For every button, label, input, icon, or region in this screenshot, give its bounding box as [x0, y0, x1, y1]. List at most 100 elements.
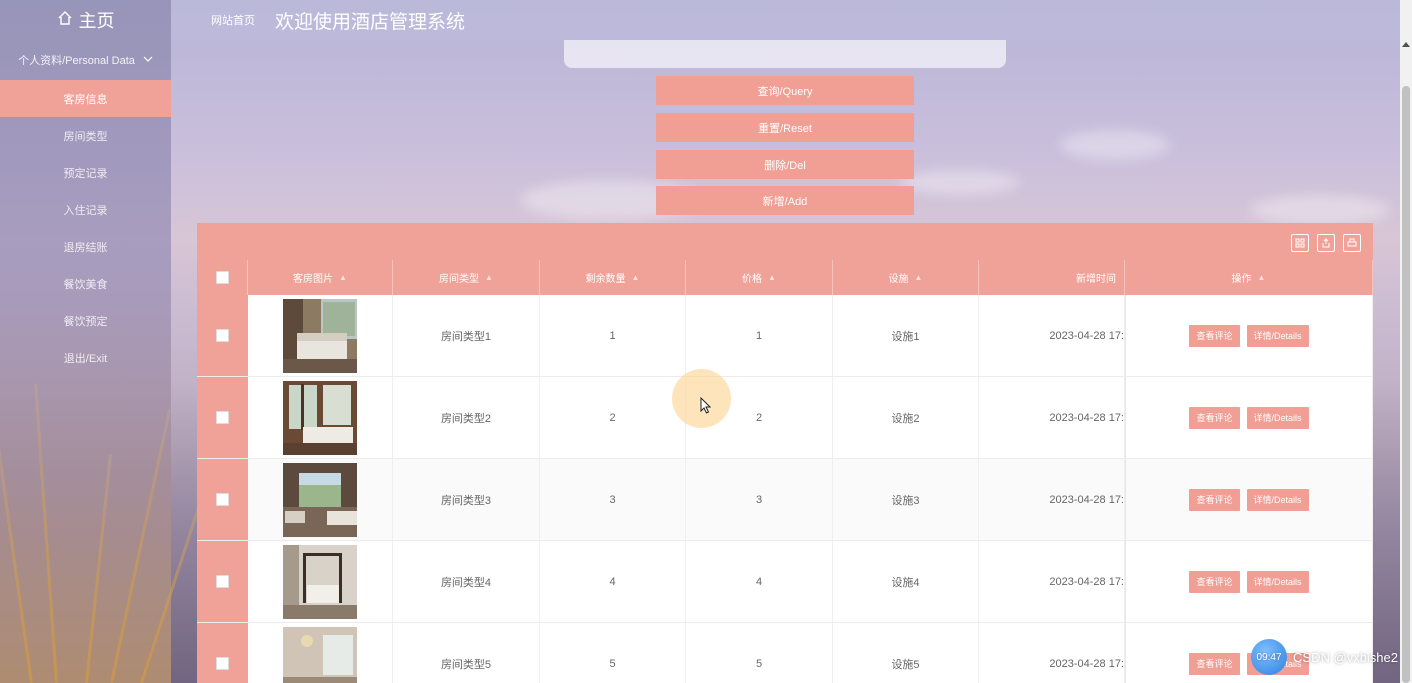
breadcrumb-home-link[interactable]: 网站首页: [211, 12, 255, 28]
sort-icon: ▲: [631, 273, 640, 282]
sidebar-item-exit[interactable]: 退出/Exit: [0, 339, 171, 376]
table-row: 房间类型2 2 2 设施2 2023-04-28 17: 查看评论 详情/Det…: [197, 377, 1373, 459]
created-time-cell: 2023-04-28 17:: [979, 541, 1125, 622]
sidebar-home-link[interactable]: 主页: [0, 0, 171, 40]
print-icon[interactable]: [1343, 234, 1361, 252]
row-checkbox[interactable]: [216, 575, 229, 588]
details-button[interactable]: 详情/Details: [1246, 406, 1309, 429]
sidebar-item-label: 餐饮美食: [63, 278, 108, 291]
sidebar: 主页 个人资料/Personal Data 客房信息 房间类型 预定记录 入住记…: [0, 0, 218, 683]
details-button[interactable]: 详情/Details: [1246, 324, 1309, 347]
query-button[interactable]: 查询/Query: [656, 76, 914, 105]
column-header-image[interactable]: 客房图片 ▲: [248, 260, 393, 295]
columns-icon[interactable]: [1291, 234, 1309, 252]
sort-icon: ▲: [914, 273, 923, 282]
view-reviews-button[interactable]: 查看评论: [1189, 406, 1240, 429]
sidebar-item-food[interactable]: 餐饮美食: [0, 265, 171, 302]
facility-cell: 设施1: [833, 295, 979, 376]
table-row: 房间类型5 5 5 设施5 2023-04-28 17: 查看评论 详情/Det…: [197, 623, 1373, 683]
sidebar-item-label: 房间类型: [63, 130, 108, 143]
column-header-label: 剩余数量: [585, 274, 626, 285]
facility-cell: 设施3: [833, 459, 979, 540]
view-reviews-button[interactable]: 查看评论: [1189, 652, 1240, 675]
column-header-created-time[interactable]: 新增时间: [979, 260, 1125, 295]
sidebar-group-personal-data[interactable]: 个人资料/Personal Data: [0, 40, 171, 80]
view-reviews-button[interactable]: 查看评论: [1189, 324, 1240, 347]
sort-icon: ▲: [1257, 273, 1266, 282]
room-photo[interactable]: [283, 626, 357, 683]
mouse-cursor-icon: [700, 396, 712, 415]
delete-button[interactable]: 删除/Del: [656, 150, 914, 179]
select-all-checkbox[interactable]: [215, 271, 229, 284]
room-type-cell: 房间类型1: [393, 295, 540, 376]
scrollbar-thumb[interactable]: [1402, 86, 1410, 683]
quantity-cell: 3: [540, 459, 686, 540]
table-toolbar: [197, 223, 1373, 260]
room-type-cell: 房间类型5: [393, 623, 540, 683]
clock-badge: 09:47: [1251, 639, 1288, 675]
sidebar-item-label: 入住记录: [63, 204, 108, 217]
watermark-text: CSDN @vxbishe2: [1293, 649, 1398, 665]
row-checkbox[interactable]: [216, 493, 229, 506]
watermark: 09:47 CSDN @vxbishe2: [1251, 639, 1398, 675]
sidebar-item-booking-records[interactable]: 预定记录: [0, 154, 171, 191]
price-cell: 1: [686, 295, 833, 376]
price-cell: 5: [686, 623, 833, 683]
add-button[interactable]: 新增/Add: [656, 186, 914, 215]
page-scrollbar[interactable]: [1400, 0, 1412, 683]
table-row: 房间类型4 4 4 设施4 2023-04-28 17: 查看评论 详情/Det…: [197, 541, 1373, 623]
view-reviews-button[interactable]: 查看评论: [1189, 570, 1240, 593]
room-photo[interactable]: [283, 298, 357, 373]
page-title: 欢迎使用酒店管理系统: [275, 11, 466, 33]
reset-button[interactable]: 重置/Reset: [656, 113, 914, 142]
sidebar-item-label: 餐饮预定: [63, 315, 108, 328]
sidebar-item-checkin-records[interactable]: 入住记录: [0, 191, 171, 228]
sidebar-item-room-type[interactable]: 房间类型: [0, 117, 171, 154]
facility-cell: 设施5: [833, 623, 979, 683]
sidebar-group-label: 个人资料/Personal Data: [18, 55, 135, 67]
sidebar-item-label: 退房结账: [63, 241, 108, 254]
column-header-label: 设施: [888, 274, 909, 285]
row-checkbox[interactable]: [216, 329, 229, 342]
column-header-quantity[interactable]: 剩余数量 ▲: [540, 260, 686, 295]
room-type-cell: 房间类型3: [393, 459, 540, 540]
table-row: 房间类型1 1 1 设施1 2023-04-28 17: 查看评论 详情/Det…: [197, 295, 1373, 377]
sidebar-item-food-booking[interactable]: 餐饮预定: [0, 302, 171, 339]
quantity-cell: 1: [540, 295, 686, 376]
table-header: 客房图片 ▲ 房间类型 ▲ 剩余数量 ▲ 价格 ▲ 设施 ▲ 新增时间 操作 ▲: [197, 260, 1373, 295]
column-header-room-type[interactable]: 房间类型 ▲: [393, 260, 540, 295]
price-cell: 4: [686, 541, 833, 622]
created-time-cell: 2023-04-28 17:: [979, 295, 1125, 376]
quantity-cell: 2: [540, 377, 686, 458]
sidebar-item-room-info[interactable]: 客房信息: [0, 80, 171, 117]
sort-icon: ▲: [768, 273, 776, 282]
room-photo[interactable]: [283, 462, 357, 537]
export-icon[interactable]: [1317, 234, 1335, 252]
room-photo[interactable]: [283, 544, 357, 619]
sort-icon: ▲: [485, 273, 493, 282]
column-header-label: 价格: [742, 274, 763, 285]
sidebar-item-label: 客房信息: [63, 93, 108, 106]
quantity-cell: 5: [540, 623, 686, 683]
details-button[interactable]: 详情/Details: [1246, 570, 1309, 593]
column-header-label: 客房图片: [293, 274, 334, 285]
facility-cell: 设施2: [833, 377, 979, 458]
created-time-cell: 2023-04-28 17:: [979, 459, 1125, 540]
scroll-up-arrow-icon[interactable]: [1402, 42, 1410, 47]
select-all-cell: [197, 260, 248, 295]
row-checkbox[interactable]: [216, 657, 229, 670]
home-icon: [57, 10, 73, 31]
quantity-cell: 4: [540, 541, 686, 622]
table-row: 房间类型3 3 3 设施3 2023-04-28 17: 查看评论 详情/Det…: [197, 459, 1373, 541]
details-button[interactable]: 详情/Details: [1246, 488, 1309, 511]
chevron-down-icon: [143, 54, 153, 67]
room-photo[interactable]: [283, 380, 357, 455]
column-header-price[interactable]: 价格 ▲: [686, 260, 833, 295]
row-checkbox[interactable]: [216, 411, 229, 424]
column-header-facility[interactable]: 设施 ▲: [833, 260, 979, 295]
facility-cell: 设施4: [833, 541, 979, 622]
view-reviews-button[interactable]: 查看评论: [1189, 488, 1240, 511]
column-header-label: 新增时间: [1076, 274, 1116, 285]
sidebar-item-checkout[interactable]: 退房结账: [0, 228, 171, 265]
search-panel: [564, 40, 1006, 68]
